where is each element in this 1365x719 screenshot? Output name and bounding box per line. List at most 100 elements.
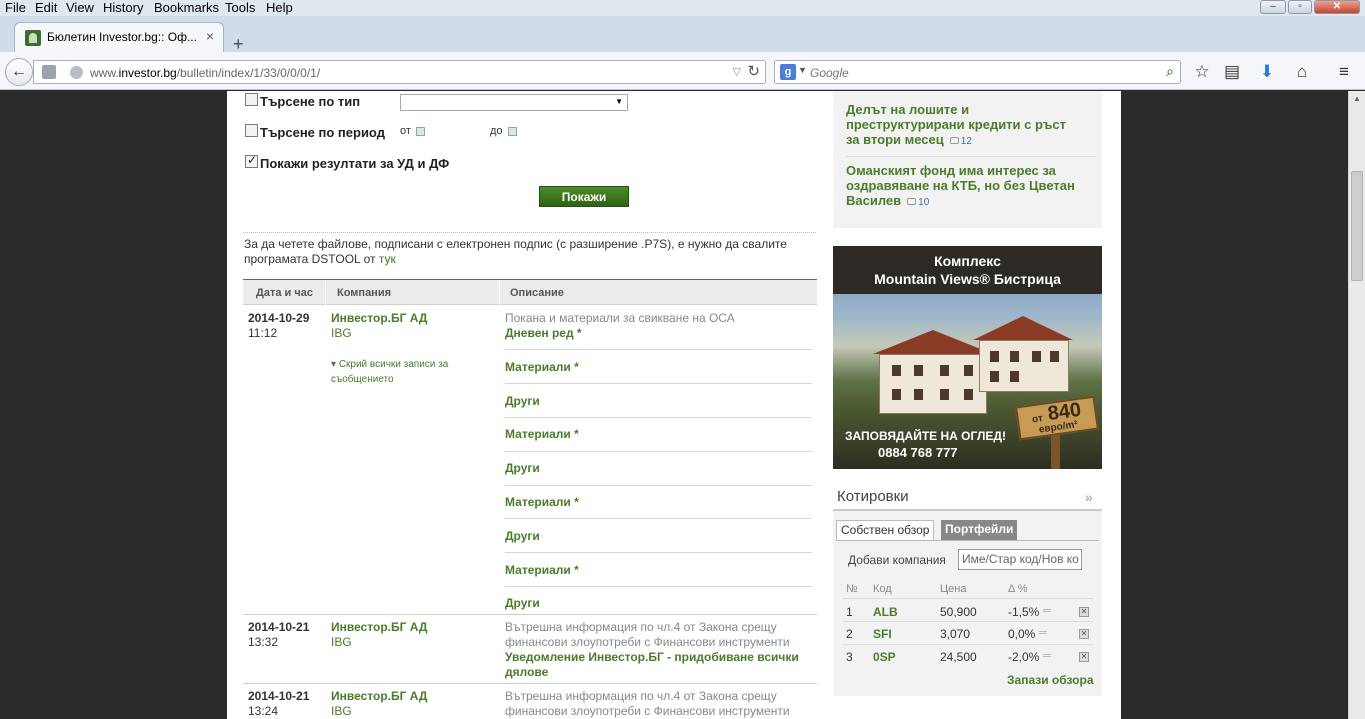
save-overview-link[interactable]: Запази обзора <box>1007 673 1094 687</box>
quote-number: 1 <box>846 605 853 619</box>
tab-own-overview[interactable]: Собствен обзор <box>836 520 935 540</box>
column-company: Компания <box>337 287 392 299</box>
company-code-link[interactable]: IBG <box>331 704 352 719</box>
row-description: финансови злоупотреби с Финансови инстру… <box>505 704 790 718</box>
address-bar[interactable]: www.investor.bg/bulletin/index/1/33/0/0/… <box>33 60 766 84</box>
maximize-icon: ▫ <box>1298 1 1302 12</box>
back-button[interactable]: ← <box>5 58 33 86</box>
close-tab-icon[interactable]: × <box>206 28 214 44</box>
minimize-button[interactable]: – <box>1260 0 1286 14</box>
add-company-input[interactable]: Име/Стар код/Нов ко <box>958 549 1082 570</box>
calendar-icon[interactable] <box>508 127 517 136</box>
menu-file[interactable]: File <box>5 0 26 15</box>
company-link[interactable]: Инвестор.БГ АД <box>331 689 427 704</box>
quote-change: -1,5% <box>1008 605 1040 619</box>
menu-bookmarks[interactable]: Bookmarks <box>154 0 219 15</box>
quote-code-link[interactable]: ALB <box>873 605 898 619</box>
dstool-notice: За да четете файлове, подписани с електр… <box>244 237 787 266</box>
maximize-button[interactable]: ▫ <box>1288 0 1312 14</box>
ad-cta: ЗАПОВЯДАЙТЕ НА ОГЛЕД! <box>845 429 1006 443</box>
scroll-up-icon[interactable]: ▲ <box>1353 94 1361 103</box>
home-icon[interactable]: ⌂ <box>1291 61 1313 83</box>
tab-strip: Бюлетин Investor.bg:: Оф... × + <box>0 16 1365 54</box>
add-company-label: Добави компания <box>848 553 946 567</box>
hide-all-records-link[interactable]: ▾ Скрий всички записи за съобщението <box>331 357 471 387</box>
column-code: Код <box>873 583 892 595</box>
menu-edit[interactable]: Edit <box>35 0 57 15</box>
page-background <box>1121 91 1348 719</box>
menu-help[interactable]: Help <box>266 0 293 15</box>
search-bar[interactable]: g ▼ Google ⌕ <box>774 60 1181 84</box>
company-link[interactable]: Инвестор.БГ АД <box>331 311 427 326</box>
quote-change: 0,0% <box>1008 627 1036 641</box>
show-funds-checkbox[interactable] <box>245 153 258 168</box>
delete-icon[interactable]: ✕ <box>1079 629 1089 639</box>
news-item[interactable]: Делът на лошите и преструктурирани кредит… <box>846 102 1096 149</box>
download-icon[interactable]: ⬇ <box>1256 61 1278 83</box>
ad-subtitle: Mountain Views® Бистрица <box>874 271 1061 287</box>
row-date: 2014-10-21 <box>248 620 310 634</box>
reload-icon[interactable]: ↻ <box>747 62 760 80</box>
company-link[interactable]: Инвестор.БГ АД <box>331 620 427 635</box>
menu-view[interactable]: View <box>66 0 94 15</box>
comment-count: 10 <box>918 197 930 208</box>
column-change: Δ % <box>1008 583 1028 595</box>
search-by-type-checkbox[interactable] <box>245 93 258 106</box>
quote-code-link[interactable]: 0SP <box>873 650 896 664</box>
vertical-scrollbar[interactable]: ▲ <box>1348 91 1365 719</box>
document-link[interactable]: Материали * <box>505 427 579 442</box>
menu-history[interactable]: History <box>103 0 143 15</box>
scrollbar-thumb[interactable] <box>1351 171 1363 281</box>
document-link[interactable]: Материали * <box>505 563 579 578</box>
ad-banner[interactable]: Комплекс Mountain Views® Бистрица от 840… <box>833 246 1102 469</box>
engine-dropdown-icon[interactable]: ▼ <box>798 65 807 75</box>
document-link[interactable]: Дневен ред * <box>505 326 582 341</box>
row-description: Покана и материали за свикване на ОСА <box>505 311 735 325</box>
document-link[interactable]: дялове <box>505 665 548 680</box>
equal-icon: ═ <box>1043 605 1051 617</box>
reading-list-icon[interactable]: ▤ <box>1221 61 1243 83</box>
document-link[interactable]: Материали * <box>505 360 579 375</box>
news-item[interactable]: Оманският фонд има интерес за оздравяване… <box>846 163 1096 210</box>
document-link[interactable]: Други <box>505 394 540 409</box>
chevron-right-icon[interactable]: » <box>1085 489 1093 505</box>
comment-icon <box>949 137 959 144</box>
type-select[interactable]: ▼ <box>400 94 628 111</box>
document-link[interactable]: Уведомление Инвестор.БГ - придобиване вс… <box>505 650 799 665</box>
calendar-icon[interactable] <box>416 127 425 136</box>
menu-icon[interactable]: ≡ <box>1333 61 1355 83</box>
bookmarks-star-icon[interactable]: ☆ <box>1191 61 1213 83</box>
document-link[interactable]: Други <box>505 596 540 611</box>
table-header: Дата и час Компания Описание <box>243 279 817 305</box>
google-icon[interactable]: g <box>780 64 796 80</box>
row-description: Вътрешна информация по чл.4 от Закона ср… <box>505 689 777 703</box>
document-link[interactable]: Други <box>505 529 540 544</box>
quotes-widget: Собствен обзор Портфейли Добави компания… <box>833 511 1102 696</box>
menu-tools[interactable]: Tools <box>225 0 255 15</box>
tab-title: Бюлетин Investor.bg:: Оф... <box>47 30 197 44</box>
document-link[interactable]: Материали * <box>505 495 579 510</box>
row-description: финансови злоупотреби с Финансови инстру… <box>505 635 790 649</box>
delete-icon[interactable]: ✕ <box>1079 607 1089 617</box>
document-link[interactable]: Други <box>505 461 540 476</box>
company-code-link[interactable]: IBG <box>331 635 352 650</box>
menu-bar: File Edit View History Bookmarks Tools H… <box>0 0 1365 16</box>
quote-code-link[interactable]: SFI <box>873 627 892 641</box>
search-by-period-checkbox[interactable] <box>245 124 258 137</box>
search-icon[interactable]: ⌕ <box>1166 63 1174 80</box>
globe-icon <box>70 66 83 79</box>
company-code-link[interactable]: IBG <box>331 326 352 341</box>
equal-icon: ═ <box>1039 627 1047 639</box>
delete-icon[interactable]: ✕ <box>1079 652 1089 662</box>
close-icon: ✕ <box>1332 1 1342 12</box>
browser-tab[interactable]: Бюлетин Investor.bg:: Оф... × <box>14 22 224 52</box>
tab-portfolios[interactable]: Портфейли <box>941 520 1018 540</box>
close-window-button[interactable]: ✕ <box>1314 0 1360 14</box>
show-button[interactable]: Покажи <box>539 186 629 207</box>
dstool-link[interactable]: тук <box>379 252 396 266</box>
url-text: www.investor.bg/bulletin/index/1/33/0/0/… <box>90 66 321 80</box>
comment-icon <box>907 198 917 205</box>
history-dropdown-icon[interactable]: ▽ <box>733 65 741 78</box>
column-number: № <box>846 583 858 595</box>
row-description: Вътрешна информация по чл.4 от Закона ср… <box>505 620 777 634</box>
